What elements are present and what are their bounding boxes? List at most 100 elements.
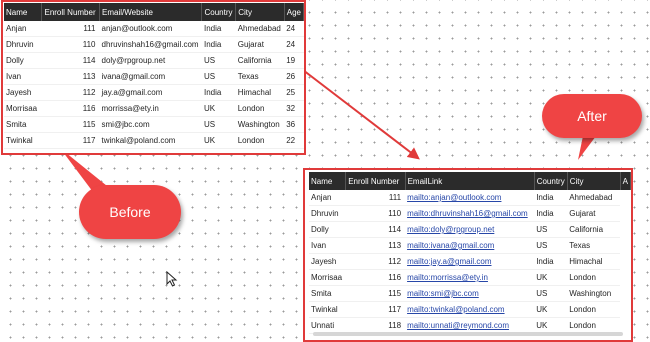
table-cell: US [534,237,568,254]
before-table-visual[interactable]: Name Enroll Number Email/Website Country Cit… [1,0,306,155]
table-cell: 24 [284,36,304,53]
table-cell: unnati@reymond.com [99,148,202,153]
column-header[interactable]: Enroll Number [345,172,406,190]
table-cell: India [201,84,236,101]
table-cell: Unnati [4,148,42,153]
table-cell: 24 [284,21,304,37]
mouse-pointer-icon [166,271,178,287]
table-row: Ivan 113 ivana@gmail.com US Texas 26 [4,68,304,85]
table-cell: 22 [284,132,304,149]
table-cell: smi@jbc.com [99,116,202,133]
table-cell: India [534,190,568,206]
table-cell: Dhruvin [4,36,42,53]
table-cell: Ivan [4,68,42,85]
table-cell: 19 [284,52,304,69]
table-cell: India [534,205,568,222]
table-cell: 114 [345,221,406,238]
table-cell: dhruvinshah16@gmail.com [99,36,202,53]
table-cell: 36 [284,116,304,133]
table-row: Anjan 111 mailto:anjan@outlook.com India Ahm… [309,190,631,206]
table-cell: Dolly [309,221,346,238]
before-callout-label: Before [109,204,151,220]
table-row: Jayesh 112 jay.a@gmail.com India Himachal 25 [4,84,304,101]
email-link[interactable]: mailto:smi@jbc.com [405,285,535,302]
table-row: Smita 115 smi@jbc.com US Washington 36 [4,116,304,133]
table-cell: Anjan [4,21,42,37]
table-cell: twinkal@poland.com [99,132,202,149]
table-cell: Twinkal [309,301,346,318]
email-link[interactable]: mailto:twinkal@poland.com [405,301,535,318]
before-to-after-arrow [302,69,420,160]
table-cell: 25 [284,84,304,101]
email-link[interactable]: mailto:ivana@gmail.com [405,237,535,254]
table-cell: Dolly [4,52,42,69]
email-link[interactable]: mailto:doly@rpgroup.net [405,221,535,238]
table-cell: UK [201,100,236,117]
table-cell: 116 [345,269,406,286]
column-header[interactable]: Country [534,172,568,190]
column-header[interactable]: Age [284,3,304,21]
column-header[interactable]: Country [201,3,237,21]
horizontal-scrollbar[interactable] [313,332,623,336]
table-cell: London [235,132,285,149]
column-header[interactable]: Name [4,3,43,21]
after-callout-label: After [577,108,607,124]
table-cell: 114 [41,52,100,69]
table-row: Dhruvin 110 dhruvinshah16@gmail.com India Gu… [4,36,304,53]
table-cell: 111 [41,21,100,37]
after-table: Name Enroll Number EmailLink Country City A A… [309,172,631,334]
table-cell: Ahmedabad [235,21,285,37]
after-table-visual[interactable]: Name Enroll Number EmailLink Country City A A… [303,168,633,342]
table-cell: 115 [41,116,100,133]
table-cell: 116 [41,100,100,117]
table-row: Smita 115 mailto:smi@jbc.com US Washington [309,285,631,302]
table-cell: London [235,148,285,153]
table-cell: US [201,68,236,85]
table-cell: 113 [41,68,100,85]
table-cell: US [534,221,568,238]
column-header[interactable]: Name [309,172,347,190]
table-cell: London [567,301,621,318]
after-callout: After [542,94,642,138]
column-header[interactable]: City [235,3,285,21]
table-row: Ivan 113 mailto:ivana@gmail.com US Texas [309,237,631,254]
table-cell: Gujarat [235,36,285,53]
table-cell: 21 [284,148,304,153]
table-cell: Washington [567,285,621,302]
table-cell: Morrisaa [309,269,346,286]
table-cell: Himachal [567,253,621,270]
table-cell: Gujarat [567,205,621,222]
table-cell: Jayesh [309,253,346,270]
table-cell: jay.a@gmail.com [99,84,202,101]
table-cell: UK [201,132,236,149]
table-cell: UK [534,301,568,318]
email-link[interactable]: mailto:anjan@outlook.com [405,190,535,206]
column-header[interactable]: A [620,172,631,190]
table-cell: 110 [345,205,406,222]
table-cell: UK [534,269,568,286]
email-link[interactable]: mailto:dhruvinshah16@gmail.com [405,205,535,222]
table-cell: Morrisaa [4,100,42,117]
column-header[interactable]: Email/Website [99,3,203,21]
table-row: Twinkal 117 twinkal@poland.com UK London 22 [4,132,304,149]
email-link[interactable]: mailto:jay.a@gmail.com [405,253,535,270]
table-cell: Texas [235,68,285,85]
column-header[interactable]: City [567,172,621,190]
table-cell: California [567,221,621,238]
table-cell: US [534,285,568,302]
table-cell: California [235,52,285,69]
table-cell: Smita [4,116,42,133]
before-table: Name Enroll Number Email/Website Country Cit… [4,3,304,153]
table-cell: morrissa@ety.in [99,100,202,117]
table-cell: London [567,269,621,286]
table-cell: 117 [41,132,100,149]
table-row: Dolly 114 doly@rpgroup.net US California 19 [4,52,304,69]
table-row: Unnati118unnati@reymond.comUKLondon21 [4,148,304,153]
table-cell: UK [201,148,236,153]
table-cell: Ahmedabad [567,190,621,206]
table-cell: 118 [41,148,100,153]
email-link[interactable]: mailto:morrissa@ety.in [405,269,535,286]
column-header[interactable]: Enroll Number [41,3,100,21]
column-header[interactable]: EmailLink [405,172,535,190]
table-cell: 115 [345,285,406,302]
